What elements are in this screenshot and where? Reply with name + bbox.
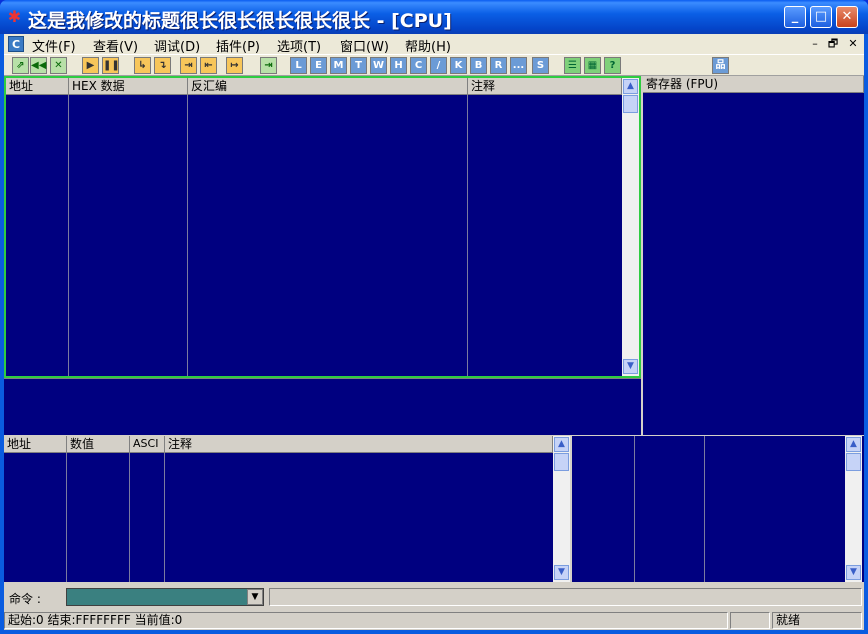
status-range: 起始:0 结束:FFFFFFFF 当前值:0: [4, 612, 728, 629]
toolbar-button-18[interactable]: /: [430, 57, 447, 74]
toolbar-button-7[interactable]: ⇥: [180, 57, 197, 74]
toolbar-button-1[interactable]: ◀◀: [30, 57, 47, 74]
app-window: ✱ 这是我修改的标题很长很长很长很长很长 - [CPU] _ □ ✕ C 文件(…: [0, 0, 868, 634]
column-divider: [164, 453, 165, 582]
stack-pane[interactable]: ▲ ▼: [572, 436, 864, 582]
toolbar-button-21[interactable]: R: [490, 57, 507, 74]
toolbar-button-11[interactable]: L: [290, 57, 307, 74]
toolbar-button-2[interactable]: ✕: [50, 57, 67, 74]
command-label: 命令 :: [9, 592, 41, 606]
toolbar-button-14[interactable]: T: [350, 57, 367, 74]
menu-file[interactable]: 文件(F): [32, 36, 76, 55]
column-divider: [68, 95, 69, 376]
mdi-minimize-button[interactable]: –: [808, 37, 822, 51]
toolbar: ⇗ ◀◀ ✕ ▶ ❚❚ ↳ ↴ ⇥ ⇤ ↦ ⇥ L E M T W H C / K B R... S ☰ ▦? 品: [4, 54, 864, 76]
toolbar-button-8[interactable]: ⇤: [200, 57, 217, 74]
toolbar-button-17[interactable]: C: [410, 57, 427, 74]
registers-header[interactable]: 寄存器 (FPU): [643, 76, 864, 93]
toolbar-button-25[interactable]: ▦: [584, 57, 601, 74]
command-bar: 命令 : ▼: [4, 584, 864, 608]
minimize-button[interactable]: _: [784, 6, 806, 28]
client-area: C 文件(F) 查看(V) 调试(D) 插件(P) 选项(T) 窗口(W) 帮助…: [4, 34, 864, 630]
column-divider: [634, 436, 635, 582]
disassembly-pane[interactable]: 地址 HEX 数据 反汇编 注释 ▲ ▼: [4, 76, 641, 378]
scroll-up-arrow-icon[interactable]: ▲: [554, 437, 569, 452]
mdi-close-button[interactable]: ✕: [846, 37, 860, 51]
window-title: 这是我修改的标题很长很长很长很长很长 - [CPU]: [28, 10, 452, 32]
scroll-down-arrow-icon[interactable]: ▼: [846, 565, 861, 580]
scroll-thumb[interactable]: [623, 95, 638, 113]
toolbar-button-16[interactable]: H: [390, 57, 407, 74]
menu-options[interactable]: 选项(T): [277, 36, 321, 55]
close-button[interactable]: ✕: [836, 6, 858, 28]
toolbar-button-12[interactable]: E: [310, 57, 327, 74]
status-bar: 起始:0 结束:FFFFFFFF 当前值:0 就绪: [4, 610, 864, 630]
toolbar-button-9[interactable]: ↦: [226, 57, 243, 74]
toolbar-button-15[interactable]: W: [370, 57, 387, 74]
dump-header-value[interactable]: 数值: [67, 436, 130, 453]
status-empty: [730, 612, 770, 629]
column-divider: [704, 436, 705, 582]
toolbar-button-10[interactable]: ⇥: [260, 57, 277, 74]
scroll-thumb[interactable]: [846, 453, 861, 471]
menu-window[interactable]: 窗口(W): [340, 36, 389, 55]
menu-view[interactable]: 查看(V): [93, 36, 138, 55]
scroll-down-arrow-icon[interactable]: ▼: [623, 359, 638, 374]
toolbar-button-4[interactable]: ❚❚: [102, 57, 120, 74]
scroll-thumb[interactable]: [554, 453, 569, 471]
toolbar-button-3[interactable]: ▶: [82, 57, 99, 74]
disasm-header-comment[interactable]: 注释: [468, 78, 622, 95]
toolbar-button-13[interactable]: M: [330, 57, 347, 74]
info-pane[interactable]: [4, 378, 641, 435]
dump-header-comment[interactable]: 注释: [165, 436, 553, 453]
dump-scrollbar[interactable]: ▲ ▼: [553, 436, 570, 582]
column-divider: [467, 95, 468, 376]
toolbar-button-6[interactable]: ↴: [154, 57, 171, 74]
menu-debug[interactable]: 调试(D): [154, 36, 200, 55]
toolbar-button-27[interactable]: 品: [712, 57, 729, 74]
registers-pane[interactable]: 寄存器 (FPU): [641, 76, 864, 435]
toolbar-button-19[interactable]: K: [450, 57, 467, 74]
disasm-header-address[interactable]: 地址: [6, 78, 69, 95]
toolbar-button-24[interactable]: ☰: [564, 57, 581, 74]
menu-bar: C 文件(F) 查看(V) 调试(D) 插件(P) 选项(T) 窗口(W) 帮助…: [4, 34, 864, 55]
dump-header-address[interactable]: 地址: [4, 436, 67, 453]
cpu-window-icon[interactable]: C: [8, 36, 24, 52]
scroll-down-arrow-icon[interactable]: ▼: [554, 565, 569, 580]
stack-scrollbar[interactable]: ▲ ▼: [845, 436, 862, 582]
status-state: 就绪: [772, 612, 862, 629]
toolbar-button-5[interactable]: ↳: [134, 57, 151, 74]
title-bar[interactable]: ✱ 这是我修改的标题很长很长很长很长很长 - [CPU] _ □ ✕: [0, 0, 868, 34]
dump-header-ascii[interactable]: ASCI: [130, 436, 165, 453]
toolbar-button-22[interactable]: ...: [510, 57, 527, 74]
column-divider: [66, 453, 67, 582]
disasm-header-disasm[interactable]: 反汇编: [188, 78, 468, 95]
chevron-down-icon[interactable]: ▼: [247, 589, 263, 605]
toolbar-button-20[interactable]: B: [470, 57, 487, 74]
toolbar-button-23[interactable]: S: [532, 57, 549, 74]
disasm-scrollbar[interactable]: ▲ ▼: [622, 78, 639, 376]
scroll-up-arrow-icon[interactable]: ▲: [846, 437, 861, 452]
column-divider: [129, 453, 130, 582]
disasm-header-hex[interactable]: HEX 数据: [69, 78, 188, 95]
menu-plugins[interactable]: 插件(P): [216, 36, 260, 55]
app-icon: ✱: [7, 7, 22, 26]
column-divider: [187, 95, 188, 376]
mdi-restore-button[interactable]: 🗗: [826, 37, 840, 51]
command-output-field: [269, 588, 862, 606]
command-combobox[interactable]: ▼: [66, 588, 264, 606]
scroll-up-arrow-icon[interactable]: ▲: [623, 79, 638, 94]
toolbar-button-26[interactable]: ?: [604, 57, 621, 74]
menu-help[interactable]: 帮助(H): [405, 36, 451, 55]
toolbar-button-0[interactable]: ⇗: [12, 57, 29, 74]
dump-pane[interactable]: 地址 数值 ASCI 注释 ▲ ▼: [4, 436, 570, 582]
maximize-button[interactable]: □: [810, 6, 832, 28]
